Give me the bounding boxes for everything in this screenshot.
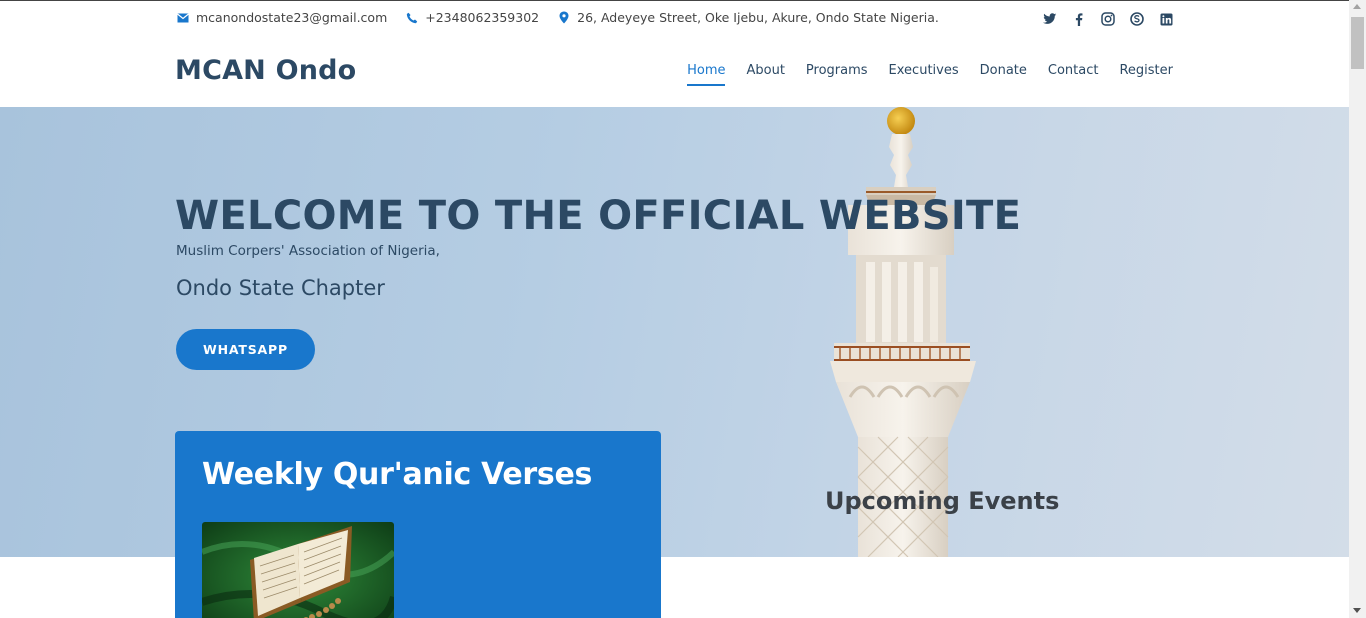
hero-subtitle: Muslim Corpers' Association of Nigeria, [176,243,440,259]
facebook-icon[interactable] [1071,11,1087,27]
hero-title: WELCOME TO THE OFFICIAL WEBSITE [175,193,1022,239]
contact-info: mcanondostate23@gmail.com +2348062359302… [176,10,957,25]
scroll-thumb[interactable] [1351,17,1364,69]
whatsapp-button[interactable]: WHATSAPP [176,329,315,370]
weekly-verses-title: Weekly Qur'anic Verses [202,457,593,492]
nav-register[interactable]: Register [1119,63,1173,86]
site-header: MCAN Ondo Home About Programs Executives… [0,37,1349,107]
skype-icon[interactable] [1129,11,1145,27]
envelope-icon [176,11,189,24]
phone-text: +2348062359302 [425,10,540,25]
email-item[interactable]: mcanondostate23@gmail.com [176,10,387,25]
nav-donate[interactable]: Donate [980,63,1027,86]
page-viewport: mcanondostate23@gmail.com +2348062359302… [0,0,1349,618]
social-links [1029,11,1174,27]
address-text: 26, Adeyeye Street, Oke Ijebu, Akure, On… [577,10,939,25]
nav-executives[interactable]: Executives [889,63,959,86]
nav-contact[interactable]: Contact [1048,63,1099,86]
email-text: mcanondostate23@gmail.com [196,10,388,25]
main-nav: Home About Programs Executives Donate Co… [666,63,1173,86]
phone-icon [405,11,418,24]
nav-programs[interactable]: Programs [806,63,868,86]
top-bar: mcanondostate23@gmail.com +2348062359302… [0,1,1349,37]
address-item: 26, Adeyeye Street, Oke Ijebu, Akure, On… [557,10,939,25]
upcoming-events-heading: Upcoming Events [825,487,1060,515]
linkedin-icon[interactable] [1158,11,1174,27]
scroll-down-icon[interactable] [1353,608,1361,613]
nav-home[interactable]: Home [687,63,726,86]
page-scrollbar[interactable] [1349,0,1366,618]
instagram-icon[interactable] [1100,11,1116,27]
twitter-icon[interactable] [1042,11,1058,27]
nav-about[interactable]: About [746,63,784,86]
hero-chapter: Ondo State Chapter [176,276,385,300]
phone-item[interactable]: +2348062359302 [405,10,539,25]
quran-image [202,522,394,618]
scroll-up-icon[interactable] [1353,4,1361,9]
map-pin-icon [557,11,570,24]
site-logo[interactable]: MCAN Ondo [175,55,356,86]
weekly-verses-card: Weekly Qur'anic Verses [175,431,661,618]
